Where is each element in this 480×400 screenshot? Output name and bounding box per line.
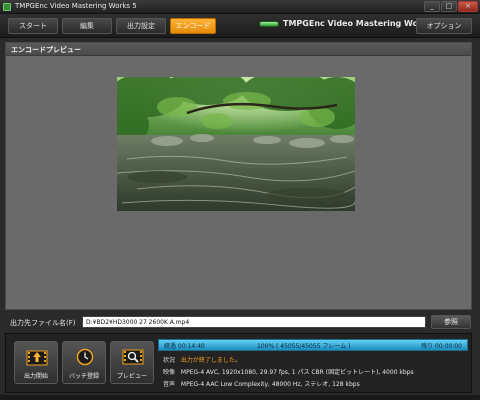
options-button[interactable]: オプション [416, 18, 472, 34]
batch-register-button[interactable]: バッチ登録 [62, 341, 106, 384]
output-file-row: 出力先ファイル名(F) 参照 [0, 312, 480, 332]
window-bottom-edge [0, 395, 480, 400]
tab-edit[interactable]: 編集 [62, 18, 112, 34]
audio-key: 音声 [163, 381, 176, 388]
elapsed-time: 経過 00:14:40 [164, 343, 205, 350]
remaining-time: 残り 00:00:00 [421, 343, 462, 350]
video-key: 映像 [163, 369, 176, 376]
clock-icon [76, 348, 94, 366]
start-output-label: 出力開始 [23, 373, 48, 380]
tab-start[interactable]: スタート [8, 18, 58, 34]
status-value: 出力が終了しました。 [180, 357, 241, 364]
browse-button[interactable]: 参照 [431, 315, 471, 329]
panel-header: エンコードプレビュー [6, 43, 471, 56]
encode-progress-bar: 経過 00:14:40 100% ( 45055/45055 フレーム ) 残り… [158, 339, 468, 351]
app-icon [3, 3, 11, 11]
step-tabbar: スタート 編集 出力設定 エンコード TMPGEnc Video Masteri… [0, 14, 480, 38]
preview-button[interactable]: プレビュー [110, 341, 154, 384]
batch-register-label: バッチ登録 [68, 373, 99, 380]
minimize-button[interactable]: _ [424, 1, 440, 12]
tab-output-settings[interactable]: 出力設定 [116, 18, 166, 34]
forest-stream-frame-image [117, 77, 355, 211]
video-value: MPEG-4 AVC, 1920x1080, 29.97 fps, 1 パス C… [180, 369, 414, 376]
audio-info-row: 音声 MPEG-4 AAC Low Complexity, 48000 Hz, … [163, 379, 360, 388]
output-file-input[interactable] [82, 316, 426, 328]
preview-label: プレビュー [116, 373, 147, 380]
encode-status-panel: 経過 00:14:40 100% ( 45055/45055 フレーム ) 残り… [158, 338, 468, 390]
start-output-button[interactable]: 出力開始 [14, 341, 58, 384]
audio-value: MPEG-4 AAC Low Complexity, 48000 Hz, ステレ… [180, 381, 360, 388]
film-magnifier-icon [122, 349, 144, 365]
close-button[interactable]: × [458, 1, 478, 12]
title-bar: TMPGEnc Video Mastering Works 5 _ □ × [0, 0, 480, 14]
window-controls: _ □ × [424, 1, 478, 12]
window-title: TMPGEnc Video Mastering Works 5 [15, 2, 137, 10]
progress-percent: 100% ( 45055/45055 フレーム ) [257, 343, 351, 350]
video-info-row: 映像 MPEG-4 AVC, 1920x1080, 29.97 fps, 1 パ… [163, 367, 414, 376]
status-key: 状況 [163, 357, 176, 364]
output-file-label: 出力先ファイル名(F) [10, 319, 76, 327]
status-row: 状況 出力が終了しました。 [163, 355, 241, 364]
tab-encode[interactable]: エンコード [170, 18, 216, 34]
brand-logo: TMPGEnc Video Mastering Works 5 [259, 19, 440, 28]
maximize-button[interactable]: □ [441, 1, 457, 12]
film-export-icon [26, 350, 48, 366]
video-preview [117, 77, 355, 211]
panel-title: エンコードプレビュー [11, 46, 81, 54]
brand-indicator-icon [259, 20, 279, 27]
encode-control-area: 出力開始 バッチ登録 プレビュー 経過 00:14:40 100% ( 4505… [5, 333, 472, 393]
